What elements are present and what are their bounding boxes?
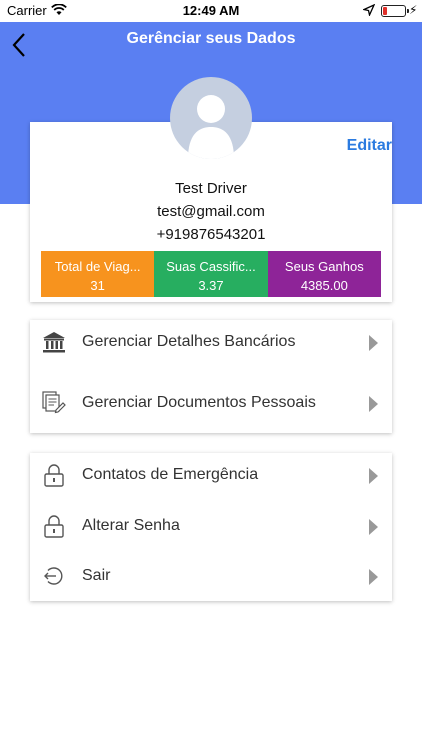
menu-item-bank-details[interactable]: Gerenciar Detalhes Bancários <box>30 322 392 362</box>
location-arrow-icon <box>361 3 376 19</box>
menu-item-change-password[interactable]: Alterar Senha <box>30 506 392 546</box>
edit-profile-button[interactable]: Editar <box>347 137 392 155</box>
logout-icon <box>42 564 66 588</box>
menu-item-label: Alterar Senha <box>82 517 180 534</box>
driver-phone: +919876543201 <box>156 226 266 243</box>
avatar[interactable] <box>170 77 252 159</box>
menu-item-label: Gerenciar Documentos Pessoais <box>82 394 316 411</box>
stat-total-trips[interactable]: Total de Viag... 31 <box>41 251 155 297</box>
stat-label: Suas Cassific... <box>166 259 256 274</box>
driver-email: test@gmail.com <box>157 203 265 220</box>
bank-icon <box>42 330 66 354</box>
stat-earnings[interactable]: Seus Ganhos 4385.00 <box>267 251 381 297</box>
page-title: Gerênciar seus Dados <box>126 30 296 47</box>
driver-name: Test Driver <box>175 180 247 197</box>
chevron-right-icon <box>369 468 378 484</box>
stat-label: Total de Viag... <box>54 259 141 274</box>
menu-item-label: Contatos de Emergência <box>82 466 259 483</box>
stat-value: 4385.00 <box>300 278 348 293</box>
menu-card-account: Gerenciar Detalhes Bancários Gerenciar D… <box>30 320 392 433</box>
menu-card-security: Contatos de Emergência Alterar Senha Sai… <box>30 453 392 601</box>
stat-value: 31 <box>90 278 105 293</box>
documents-icon <box>42 391 66 415</box>
menu-item-label: Gerenciar Detalhes Bancários <box>82 333 296 350</box>
charging-icon: ⚡ <box>409 3 418 17</box>
chevron-right-icon <box>369 396 378 412</box>
chevron-right-icon <box>369 519 378 535</box>
battery-icon <box>381 5 409 17</box>
menu-item-emergency-contacts[interactable]: Contatos de Emergência <box>30 455 392 495</box>
stat-label: Seus Ganhos <box>284 259 364 274</box>
status-time: 12:49 AM <box>182 3 240 18</box>
chevron-right-icon <box>369 335 378 351</box>
stats-bar: Total de Viag... 31 Suas Cassific... 3.3… <box>41 251 381 297</box>
lock-icon <box>42 463 66 487</box>
stat-rating[interactable]: Suas Cassific... 3.37 <box>154 251 268 297</box>
menu-item-label: Sair <box>82 567 111 584</box>
menu-item-personal-documents[interactable]: Gerenciar Documentos Pessoais <box>30 383 392 423</box>
stat-value: 3.37 <box>198 278 224 293</box>
lock-icon <box>42 514 66 538</box>
menu-item-logout[interactable]: Sair <box>30 556 392 596</box>
status-bar: Carrier 12:49 AM ⚡ <box>0 0 422 22</box>
person-silhouette-icon <box>188 95 234 159</box>
chevron-right-icon <box>369 569 378 585</box>
